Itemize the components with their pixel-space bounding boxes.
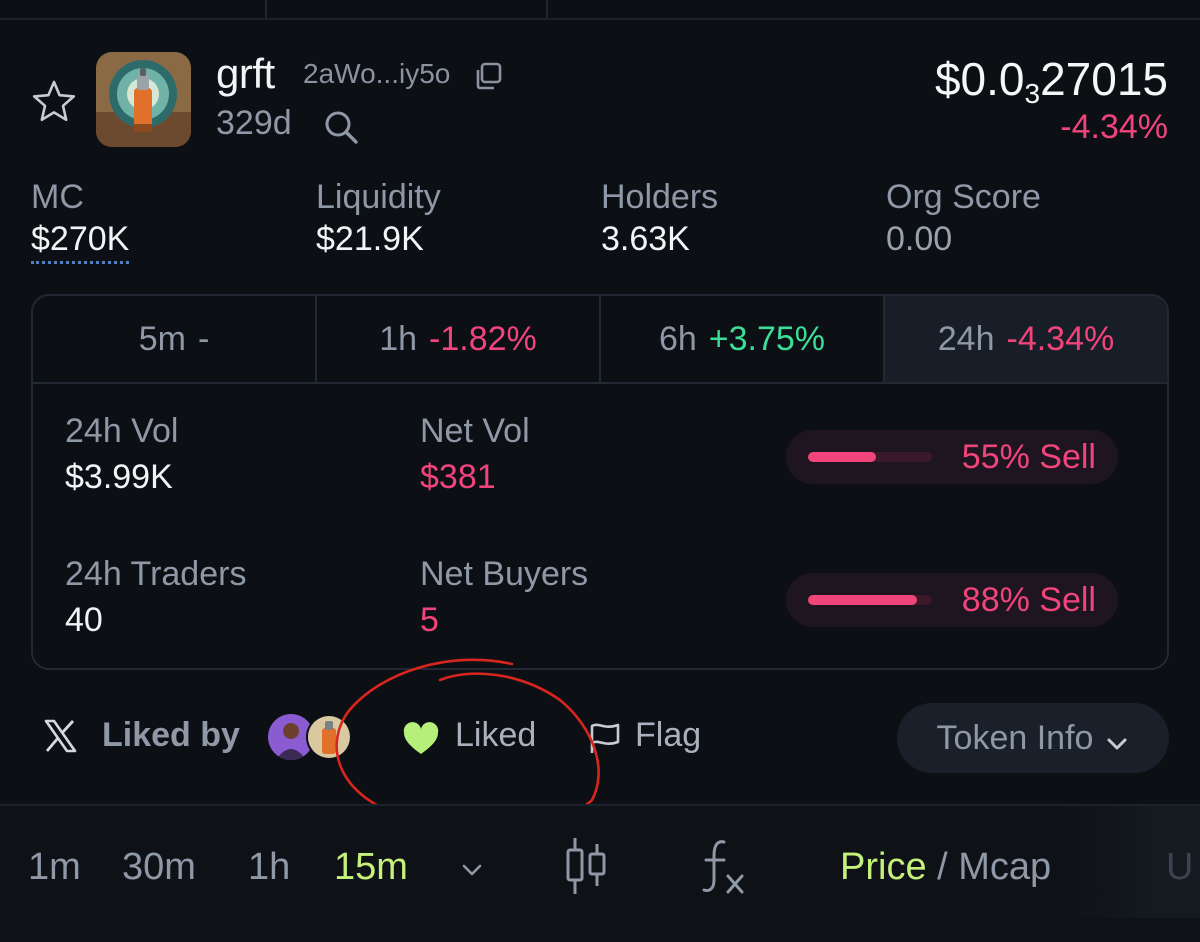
- tab-label: 5m: [138, 319, 186, 358]
- interval-1m[interactable]: 1m: [28, 846, 81, 889]
- tab-label: 24h: [937, 319, 995, 358]
- toggle-separator: /: [937, 846, 948, 888]
- traders-value: 40: [65, 601, 103, 639]
- liked-by-label: Liked by: [102, 716, 240, 754]
- stat-label-mc: MC: [31, 178, 84, 216]
- token-info-label: Token Info: [936, 718, 1094, 757]
- tab-label: 6h: [658, 319, 697, 358]
- net-vol-value: $381: [420, 458, 496, 496]
- token-name: grft: [216, 50, 275, 97]
- traders-ratio-text: 88% Sell: [961, 581, 1096, 619]
- x-logo-icon[interactable]: [42, 718, 78, 754]
- traders-ratio-indicator: 88% Sell: [786, 573, 1118, 627]
- flag-button[interactable]: Flag: [635, 716, 701, 755]
- trading-stats-panel: 5m - 1h -1.82% 6h +3.75% 24h -4.34% 24h Vol …: [31, 294, 1169, 670]
- net-buyers-label: Net Buyers: [420, 555, 589, 593]
- vol-label: 24h Vol: [65, 412, 179, 450]
- token-address[interactable]: 2aWo...iy5o: [303, 58, 450, 90]
- star-icon[interactable]: [30, 78, 78, 126]
- mcap-option[interactable]: Mcap: [958, 846, 1051, 888]
- strip-divider: [265, 0, 267, 18]
- function-icon[interactable]: [700, 836, 750, 901]
- price-option[interactable]: Price: [840, 846, 927, 888]
- tab-5m[interactable]: 5m -: [33, 296, 317, 382]
- price-mcap-toggle[interactable]: Price / Mcap: [840, 846, 1051, 889]
- copy-icon[interactable]: [472, 60, 504, 92]
- tab-change: +3.75%: [708, 319, 826, 358]
- tab-1h[interactable]: 1h -1.82%: [317, 296, 601, 382]
- interval-15m[interactable]: 15m: [334, 846, 408, 889]
- timeframe-tabs: 5m - 1h -1.82% 6h +3.75% 24h -4.34%: [33, 296, 1167, 384]
- price-prefix: $0.0: [934, 53, 1025, 105]
- net-buyers-value: 5: [420, 601, 439, 639]
- stat-value-holders: 3.63K: [601, 220, 690, 258]
- stat-label-liquidity: Liquidity: [316, 178, 441, 216]
- chart-toolbar: 1m 30m 1h 15m Price / Mcap U: [0, 804, 1200, 942]
- price-digits: 27015: [1040, 53, 1168, 105]
- interval-1h[interactable]: 1h: [248, 846, 290, 889]
- token-info-button[interactable]: Token Info: [897, 703, 1169, 773]
- heart-icon[interactable]: [402, 722, 440, 756]
- tab-change: -1.82%: [429, 319, 537, 358]
- search-icon[interactable]: [322, 108, 360, 146]
- traders-label: 24h Traders: [65, 555, 247, 593]
- traders-ratio-track: [808, 595, 932, 605]
- avatar[interactable]: [306, 714, 352, 760]
- interval-30m[interactable]: 30m: [122, 846, 196, 889]
- vol-value: $3.99K: [65, 458, 173, 496]
- strip-divider: [546, 0, 548, 18]
- toolbar-overflow-item[interactable]: U: [1166, 846, 1193, 889]
- stat-label-holders: Holders: [601, 178, 719, 216]
- price-change-percent: -4.34%: [1060, 108, 1168, 146]
- tab-change: -: [197, 319, 210, 358]
- tab-6h[interactable]: 6h +3.75%: [601, 296, 885, 382]
- chevron-down-icon: [1105, 726, 1129, 750]
- tab-label: 1h: [379, 319, 418, 358]
- stat-label-org-score: Org Score: [886, 178, 1041, 216]
- vol-ratio-fill: [808, 452, 877, 462]
- liked-button[interactable]: Liked: [455, 716, 536, 755]
- tab-change: -4.34%: [1006, 319, 1115, 358]
- vol-ratio-text: 55% Sell: [961, 438, 1096, 476]
- stat-value-mc[interactable]: $270K: [31, 220, 130, 264]
- chevron-down-icon[interactable]: [460, 858, 484, 887]
- flag-icon[interactable]: [587, 720, 623, 756]
- candlestick-icon[interactable]: [563, 836, 609, 901]
- traders-ratio-fill: [808, 595, 918, 605]
- vol-ratio-indicator: 55% Sell: [786, 430, 1118, 484]
- price-zero-count: 3: [1024, 78, 1041, 109]
- vol-ratio-track: [808, 452, 932, 462]
- stat-value-org-score: 0.00: [886, 220, 953, 258]
- tab-24h[interactable]: 24h -4.34%: [885, 296, 1167, 382]
- token-price: $0.0327015: [935, 52, 1168, 110]
- top-tab-strip: [0, 0, 1200, 20]
- token-logo: [96, 52, 191, 147]
- stat-value-liquidity: $21.9K: [316, 220, 424, 258]
- token-age: 329d: [216, 104, 292, 142]
- net-vol-label: Net Vol: [420, 412, 530, 450]
